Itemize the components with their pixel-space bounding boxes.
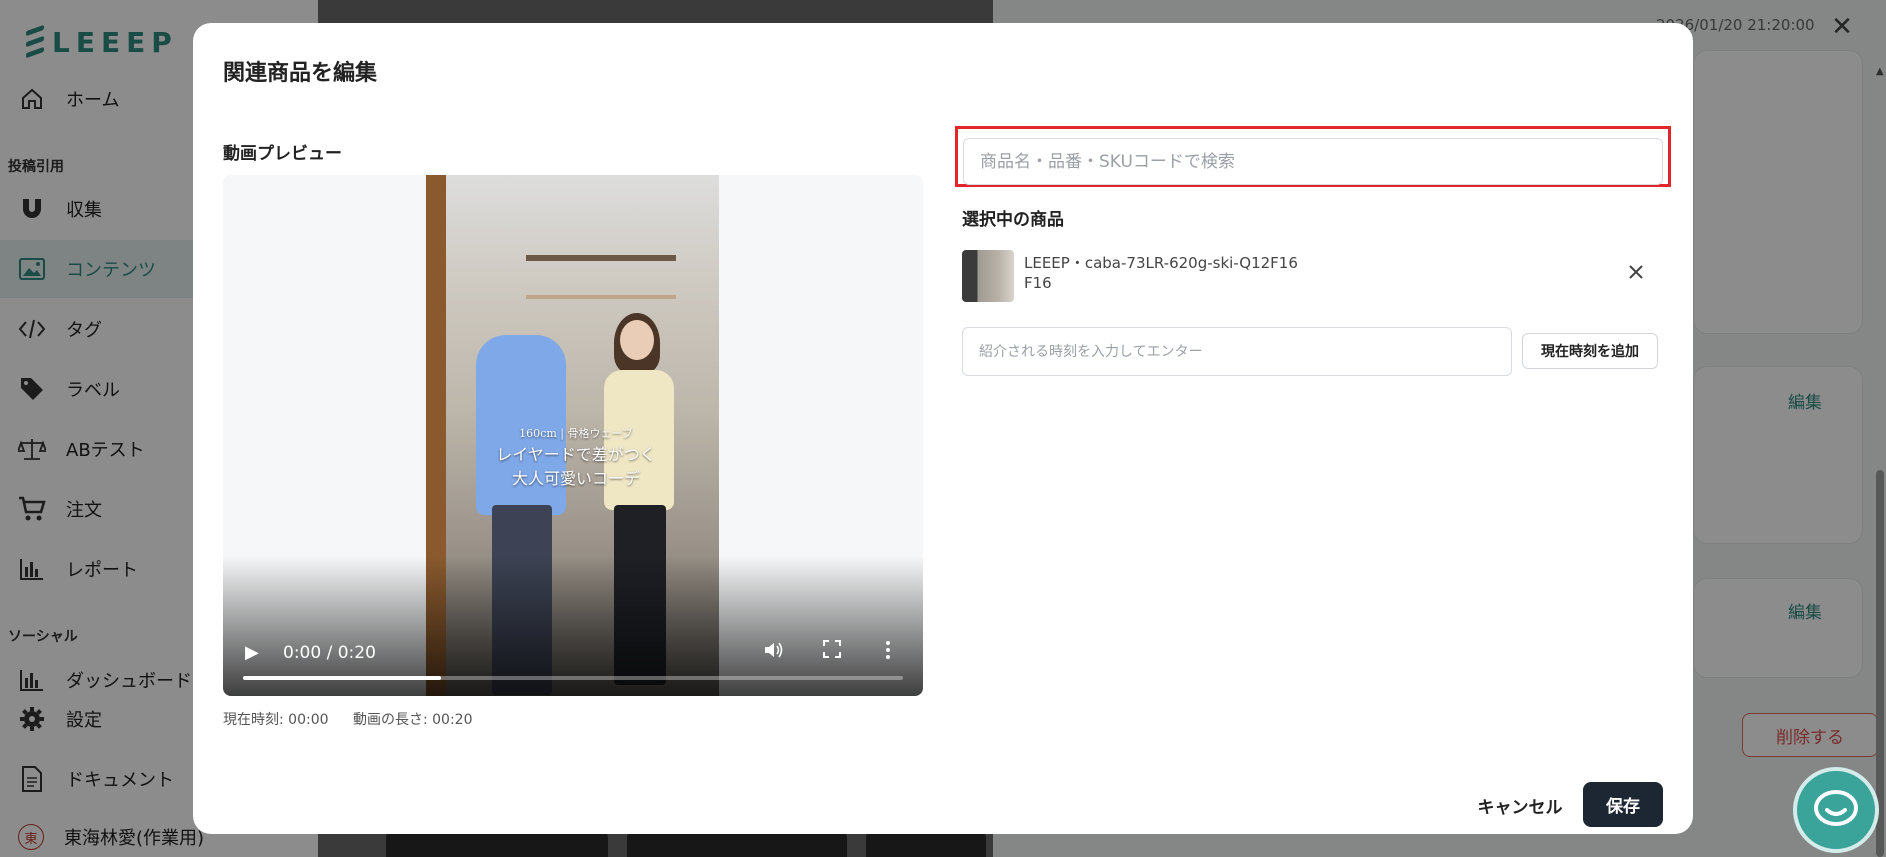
- more-options-icon[interactable]: [885, 640, 891, 665]
- remove-product-icon[interactable]: [1622, 258, 1650, 286]
- selected-products-label: 選択中の商品: [962, 210, 1064, 230]
- video-controls: ▶ 0:00 / 0:20: [223, 556, 923, 696]
- modal-title: 関連商品を編集: [223, 61, 378, 86]
- product-name: LEEEP・caba-73LR-620g-ski-Q12F16: [1024, 254, 1298, 272]
- chat-icon: [1814, 790, 1858, 826]
- video-caption-line: レイヤードで差がつく: [496, 445, 656, 464]
- video-scene-shelf: [526, 295, 676, 299]
- video-player[interactable]: 160cm | 骨格ウェーブ レイヤードで差がつく 大人可愛いコーデ ▶ 0:0…: [223, 175, 923, 696]
- cancel-button[interactable]: キャンセル: [1455, 783, 1585, 827]
- product-search-input[interactable]: [963, 138, 1663, 185]
- selected-product-item: LEEEP・caba-73LR-620g-ski-Q12F16 F16: [962, 250, 1670, 302]
- chat-button[interactable]: [1793, 767, 1879, 853]
- video-progress-bar[interactable]: [243, 676, 903, 680]
- volume-icon[interactable]: [763, 640, 783, 665]
- video-caption: 160cm | 骨格ウェーブ レイヤードで差がつく 大人可愛いコーデ: [466, 425, 686, 489]
- edit-related-products-modal: 関連商品を編集 動画プレビュー 160cm | 骨格ウェーブ レイヤードで差がつ…: [193, 23, 1693, 834]
- add-current-time-button[interactable]: 現在時刻を追加: [1522, 333, 1658, 369]
- video-meta: 現在時刻: 00:00 動画の長さ: 00:20: [223, 709, 492, 729]
- current-time-text: 現在時刻: 00:00: [223, 712, 329, 728]
- video-scene-shelf: [526, 255, 676, 261]
- video-scene-person-head: [620, 320, 654, 360]
- product-thumbnail: [962, 250, 1014, 302]
- video-preview-label: 動画プレビュー: [223, 144, 342, 164]
- video-time-display: 0:00 / 0:20: [283, 643, 376, 663]
- intro-time-input[interactable]: [962, 327, 1512, 376]
- duration-text: 動画の長さ: 00:20: [352, 712, 473, 728]
- fullscreen-icon[interactable]: [823, 640, 841, 663]
- play-icon[interactable]: ▶: [245, 642, 259, 663]
- video-caption-line: 大人可愛いコーデ: [511, 469, 640, 488]
- save-button[interactable]: 保存: [1583, 782, 1663, 827]
- video-progress-fill: [243, 676, 441, 680]
- video-caption-line: 160cm | 骨格ウェーブ: [519, 427, 633, 440]
- product-sku: F16: [1024, 274, 1052, 292]
